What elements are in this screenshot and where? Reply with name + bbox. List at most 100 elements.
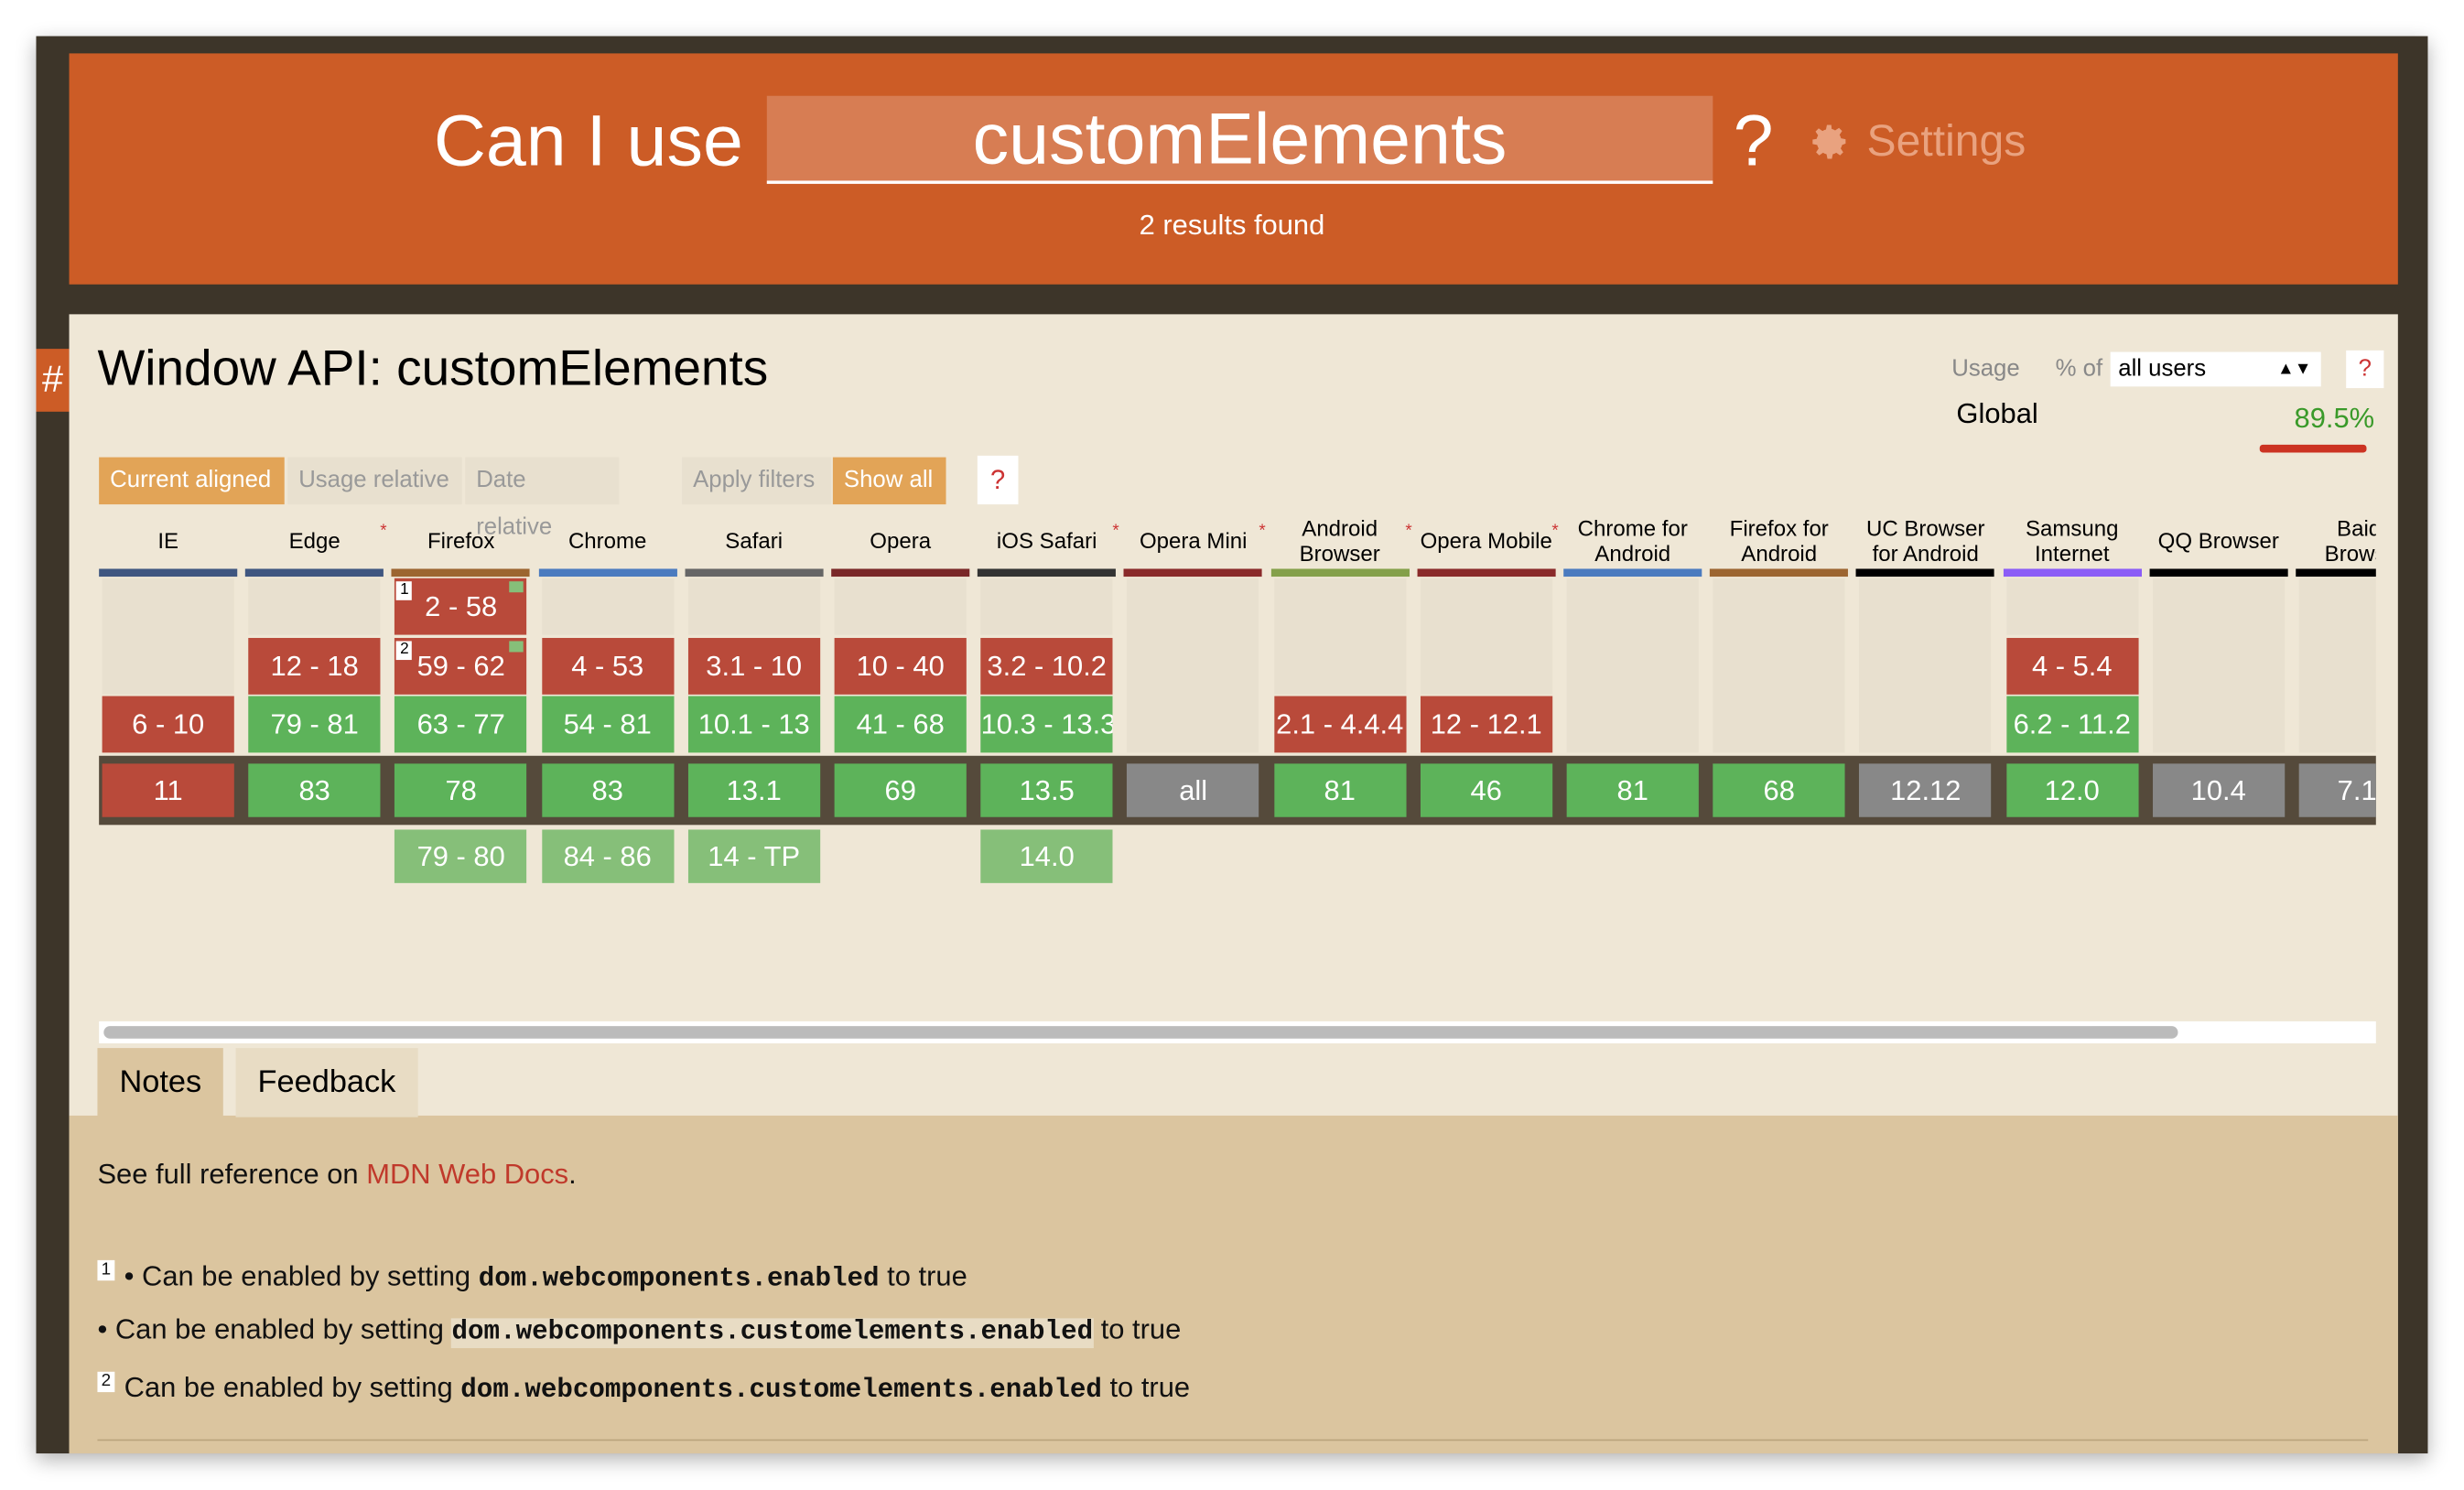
version-cell[interactable]: 10.1 - 13 <box>687 696 820 753</box>
current-version-cell[interactable]: 13.1 <box>687 763 820 817</box>
browser-name-samsung-internet: Samsung Internet <box>2003 513 2141 569</box>
version-range: 81 <box>1324 774 1356 806</box>
current-version-cell[interactable]: 12.0 <box>2005 763 2138 817</box>
empty-cell <box>1127 578 1259 753</box>
note-marker: 2 <box>97 1371 115 1393</box>
ref-text: See full reference on <box>97 1158 367 1190</box>
version-range: 10.4 <box>2190 774 2246 806</box>
version-range: 12.12 <box>1890 774 1961 806</box>
browser-label: Chrome <box>567 527 647 554</box>
version-cell[interactable]: 4 - 5.4 <box>2005 638 2138 695</box>
empty-cell <box>1713 578 1845 753</box>
browser-label: iOS Safari <box>996 527 1097 554</box>
future-version-cell[interactable]: 14 - TP <box>687 829 820 883</box>
version-cell[interactable]: 63 - 77 <box>394 696 527 753</box>
note-marker[interactable]: 1 <box>396 581 413 600</box>
version-cell[interactable]: 1 2 - 58 <box>394 578 527 635</box>
current-version-cell[interactable]: all <box>1127 763 1259 817</box>
version-cell[interactable]: 2.1 - 4.4.4 <box>1273 696 1406 753</box>
version-range: 59 - 62 <box>416 650 505 683</box>
version-cell[interactable]: 41 - 68 <box>834 696 967 753</box>
browser-label: IE <box>157 527 179 554</box>
empty-cell <box>541 578 674 635</box>
divider <box>97 1439 2369 1441</box>
browser-color-bar <box>2149 568 2288 578</box>
version-cell[interactable]: 12 - 18 <box>248 638 381 695</box>
browser-color-bar <box>1856 568 1995 578</box>
empty-cell <box>980 578 1113 635</box>
version-range: 79 - 80 <box>416 840 505 872</box>
tab-notes[interactable]: Notes <box>97 1048 224 1118</box>
version-range: 68 <box>1763 774 1795 806</box>
version-range: 54 - 81 <box>563 708 652 740</box>
tab-feedback[interactable]: Feedback <box>235 1048 418 1118</box>
current-version-cell[interactable]: 11 <box>102 763 234 817</box>
browser-color-bar <box>2296 568 2376 578</box>
version-range: 10.1 - 13 <box>697 708 810 740</box>
current-version-cell[interactable]: 83 <box>248 763 381 817</box>
browser-name-safari: Safari <box>685 513 823 569</box>
version-cell[interactable]: 54 - 81 <box>541 696 674 753</box>
current-version-cell[interactable]: 68 <box>1713 763 1845 817</box>
version-range: 63 - 77 <box>416 708 505 740</box>
current-version-cell[interactable]: 12.12 <box>1859 763 1992 817</box>
version-range: 6.2 - 11.2 <box>2013 708 2131 740</box>
browser-name-uc-browser-for-android: UC Browser for Android <box>1856 513 1994 569</box>
empty-cell <box>2298 578 2376 753</box>
version-cell[interactable]: 3.1 - 10 <box>687 638 820 695</box>
version-cell[interactable]: 10 - 40 <box>834 638 967 695</box>
browser-color-bar <box>1270 568 1410 578</box>
horizontal-scrollbar[interactable] <box>99 1020 2376 1043</box>
current-version-cell[interactable]: 13.5 <box>980 763 1113 817</box>
browser-label: Edge <box>288 527 340 554</box>
browser-label: Firefox <box>427 527 495 554</box>
version-range: all <box>1179 774 1208 806</box>
flag-icon <box>509 641 524 653</box>
current-version-cell[interactable]: 78 <box>394 763 527 817</box>
browser-name-opera-mobile: Opera Mobile * <box>1417 513 1559 569</box>
scrollbar-thumb[interactable] <box>103 1026 2178 1039</box>
version-cell[interactable]: 4 - 53 <box>541 638 674 695</box>
version-range: 12.0 <box>2044 774 2100 806</box>
version-cell[interactable]: 6 - 10 <box>102 696 234 753</box>
current-version-cell[interactable]: 7.12 <box>2298 763 2376 817</box>
current-version-cell[interactable]: 69 <box>834 763 967 817</box>
empty-cell <box>102 578 234 695</box>
current-version-cell[interactable]: 46 <box>1420 763 1552 817</box>
current-version-cell[interactable]: 10.4 <box>2152 763 2285 817</box>
version-cell[interactable]: 10.3 - 13.3 <box>980 696 1113 753</box>
browser-color-bar <box>2003 568 2142 578</box>
browser-color-bar <box>978 568 1117 578</box>
version-cell[interactable]: 3.2 - 10.2 <box>980 638 1113 695</box>
current-version-cell[interactable]: 83 <box>541 763 674 817</box>
version-range: 83 <box>591 774 623 806</box>
browser-label: Opera <box>870 527 932 554</box>
browser-label: Opera Mobile <box>1420 527 1552 554</box>
current-version-cell[interactable]: 81 <box>1273 763 1406 817</box>
version-range: 12 - 12.1 <box>1430 708 1542 740</box>
note-1b: • Can be enabled by setting dom.webcompo… <box>97 1313 1181 1349</box>
version-cell[interactable]: 79 - 81 <box>248 696 381 753</box>
version-cell[interactable]: 6.2 - 11.2 <box>2005 696 2138 753</box>
future-version-cell[interactable]: 79 - 80 <box>394 829 527 883</box>
future-version-cell[interactable]: 14.0 <box>980 829 1113 883</box>
browser-label: UC Browser for Android <box>1865 515 1985 567</box>
version-range: 12 - 18 <box>270 650 359 683</box>
current-version-cell[interactable]: 81 <box>1566 763 1699 817</box>
note-text: • Can be enabled by setting <box>124 1259 479 1292</box>
empty-cell <box>1859 578 1992 753</box>
future-version-cell[interactable]: 84 - 86 <box>541 829 674 883</box>
version-range: 6 - 10 <box>132 708 205 740</box>
browser-name-firefox: Firefox <box>392 513 530 569</box>
browser-name-chrome: Chrome <box>538 513 676 569</box>
version-range: 2 - 58 <box>425 590 498 622</box>
note-code: dom.webcomponents.enabled <box>478 1265 880 1295</box>
empty-cell <box>2005 578 2138 635</box>
version-cell[interactable]: 12 - 12.1 <box>1420 696 1552 753</box>
note-marker[interactable]: 2 <box>396 641 413 661</box>
browser-color-bar <box>831 568 970 578</box>
mdn-link[interactable]: MDN Web Docs <box>366 1158 568 1189</box>
browser-name-ios-safari: iOS Safari * <box>978 513 1119 569</box>
version-cell[interactable]: 2 59 - 62 <box>394 638 527 695</box>
version-range: 7.12 <box>2337 774 2376 806</box>
